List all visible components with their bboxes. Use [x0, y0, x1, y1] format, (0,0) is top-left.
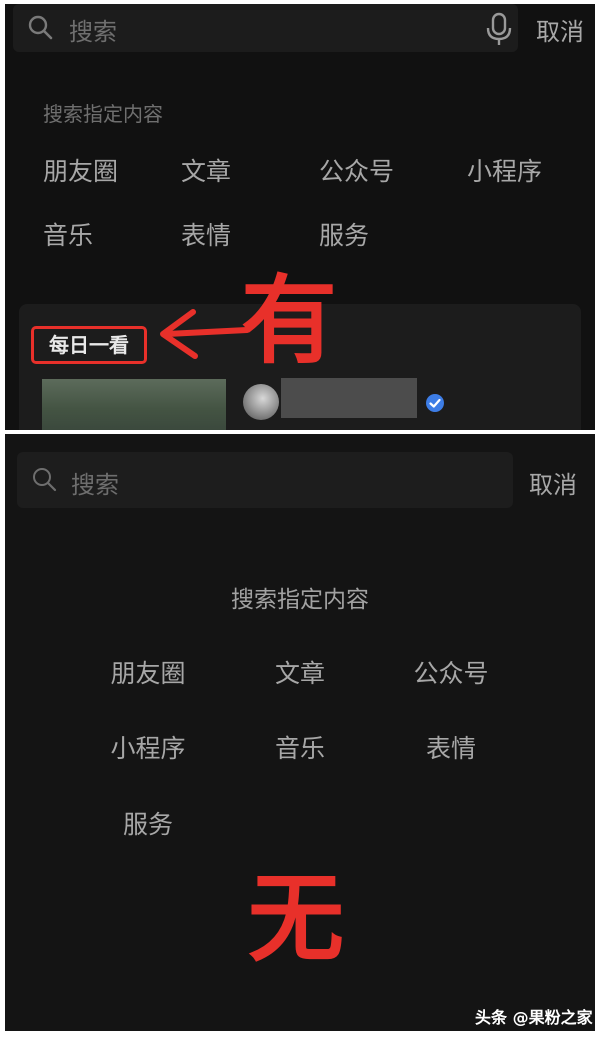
category-services[interactable]: 服务: [68, 805, 228, 841]
verified-icon: [426, 394, 444, 412]
category-mini-programs[interactable]: 小程序: [68, 729, 228, 765]
category-services[interactable]: 服务: [319, 216, 369, 252]
search-placeholder[interactable]: 搜索: [69, 12, 117, 47]
screenshot-without-feature: 搜索 取消 搜索指定内容 朋友圈 文章 公众号 小程序 音乐 表情 服务 无 头…: [5, 434, 595, 1031]
category-mini-programs[interactable]: 小程序: [467, 152, 542, 188]
search-icon: [28, 15, 53, 40]
arrow-left-icon: [160, 309, 250, 359]
redacted-account-name: [281, 378, 417, 418]
section-title: 搜索指定内容: [43, 102, 163, 126]
category-official-accounts[interactable]: 公众号: [371, 654, 531, 690]
category-music[interactable]: 音乐: [220, 729, 380, 765]
cancel-button[interactable]: 取消: [529, 465, 577, 500]
article-thumbnail[interactable]: [42, 379, 226, 430]
category-moments[interactable]: 朋友圈: [43, 152, 118, 188]
category-music[interactable]: 音乐: [43, 216, 93, 252]
search-bar[interactable]: 搜索: [17, 452, 513, 508]
search-bar[interactable]: 搜索: [13, 4, 518, 52]
category-official-accounts[interactable]: 公众号: [319, 152, 394, 188]
screenshot-with-feature: 搜索 取消 搜索指定内容 朋友圈 文章 公众号 小程序 音乐 表情 服务 每日一…: [5, 4, 595, 430]
avatar[interactable]: [243, 384, 279, 420]
annotation-none: 无: [248, 863, 344, 975]
daily-look-tag: 每日一看: [31, 326, 147, 364]
category-stickers[interactable]: 表情: [181, 216, 231, 252]
category-articles[interactable]: 文章: [181, 152, 231, 188]
cancel-button[interactable]: 取消: [536, 12, 584, 47]
category-moments[interactable]: 朋友圈: [68, 654, 228, 690]
search-icon: [33, 468, 57, 492]
search-placeholder[interactable]: 搜索: [71, 465, 119, 500]
section-title: 搜索指定内容: [231, 587, 369, 613]
watermark: 头条 @果粉之家: [475, 1008, 593, 1027]
category-articles[interactable]: 文章: [220, 654, 380, 690]
annotation-has: 有: [241, 265, 337, 377]
category-stickers[interactable]: 表情: [371, 729, 531, 765]
microphone-icon[interactable]: [485, 12, 513, 46]
